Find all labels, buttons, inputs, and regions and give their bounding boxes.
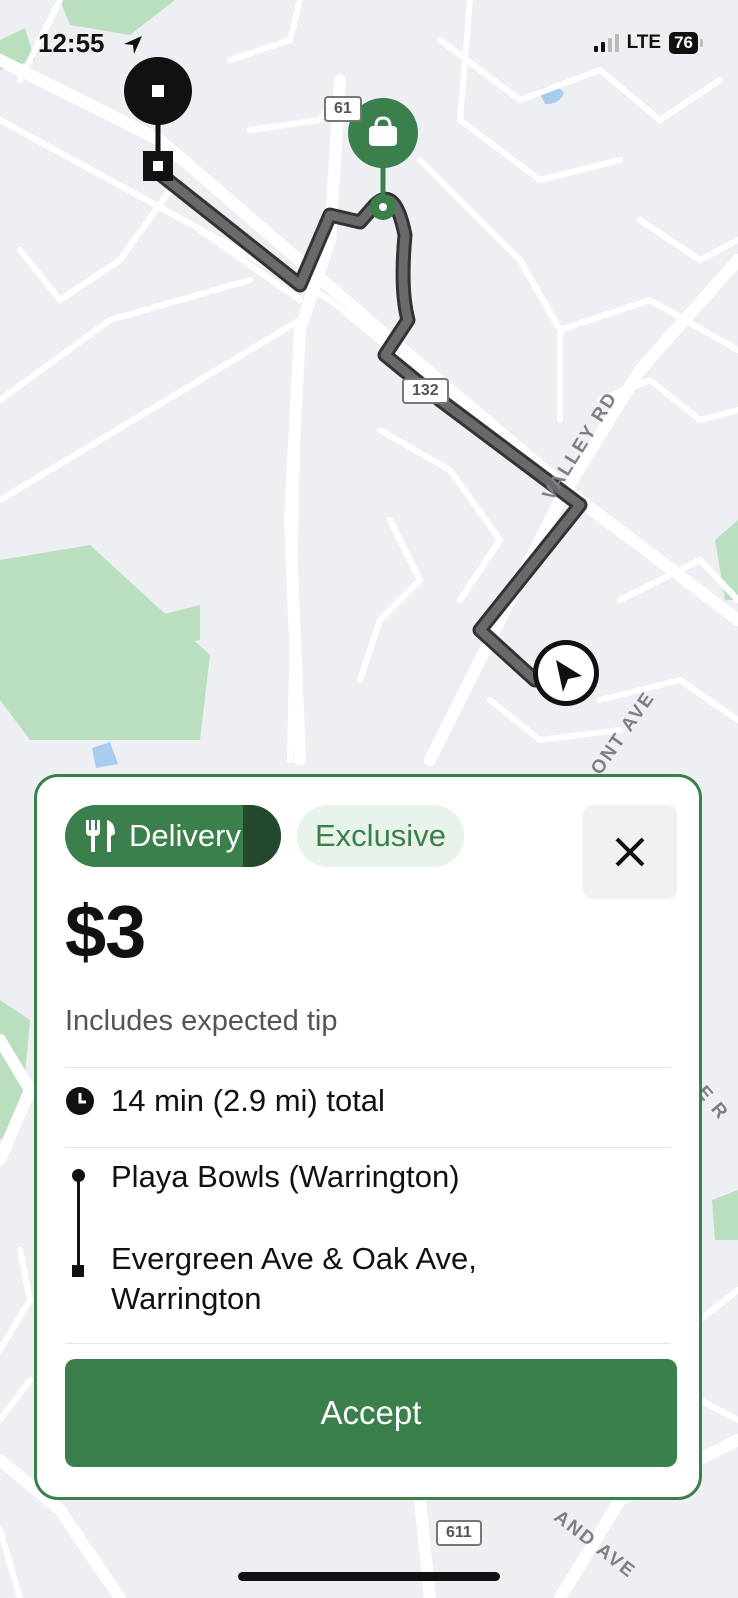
dropoff-square-icon xyxy=(72,1265,84,1277)
exclusive-badge: Exclusive xyxy=(297,805,464,867)
trip-summary: 14 min (2.9 mi) total xyxy=(111,1083,385,1118)
route-shield-611-bottom: 611 xyxy=(436,1520,482,1546)
battery-indicator: 76 xyxy=(669,32,703,54)
accept-button[interactable]: Accept xyxy=(65,1359,677,1467)
home-indicator[interactable] xyxy=(238,1572,500,1581)
divider xyxy=(65,1343,671,1344)
route-connector xyxy=(77,1179,80,1275)
close-button[interactable] xyxy=(583,805,677,899)
offer-price: $3 xyxy=(65,890,146,973)
status-time: 12:55 xyxy=(38,28,105,58)
dropoff-location: Evergreen Ave & Oak Ave, Warrington xyxy=(111,1241,477,1316)
delivery-label: Delivery xyxy=(129,818,241,853)
delivery-badge: Delivery xyxy=(65,805,281,867)
tip-note: Includes expected tip xyxy=(65,1005,338,1037)
pickup-location: Playa Bowls (Warrington) xyxy=(111,1159,460,1194)
status-indicators: LTE 76 xyxy=(593,32,703,54)
delivery-offer-card: Delivery Exclusive $3 Includes expected … xyxy=(34,774,702,1500)
divider xyxy=(65,1147,671,1148)
current-location-marker[interactable] xyxy=(533,640,599,706)
close-icon xyxy=(615,837,645,867)
clock-icon xyxy=(66,1087,94,1115)
network-type: LTE xyxy=(626,32,662,53)
divider xyxy=(65,1067,671,1068)
fork-knife-icon xyxy=(86,820,115,852)
trip-summary-row: 14 min (2.9 mi) total xyxy=(65,1083,385,1119)
signal-icon xyxy=(593,34,619,52)
route-shield-132: 132 xyxy=(402,378,449,404)
location-arrow-icon xyxy=(124,36,142,54)
route-shield-611-top: 61 xyxy=(324,96,362,122)
